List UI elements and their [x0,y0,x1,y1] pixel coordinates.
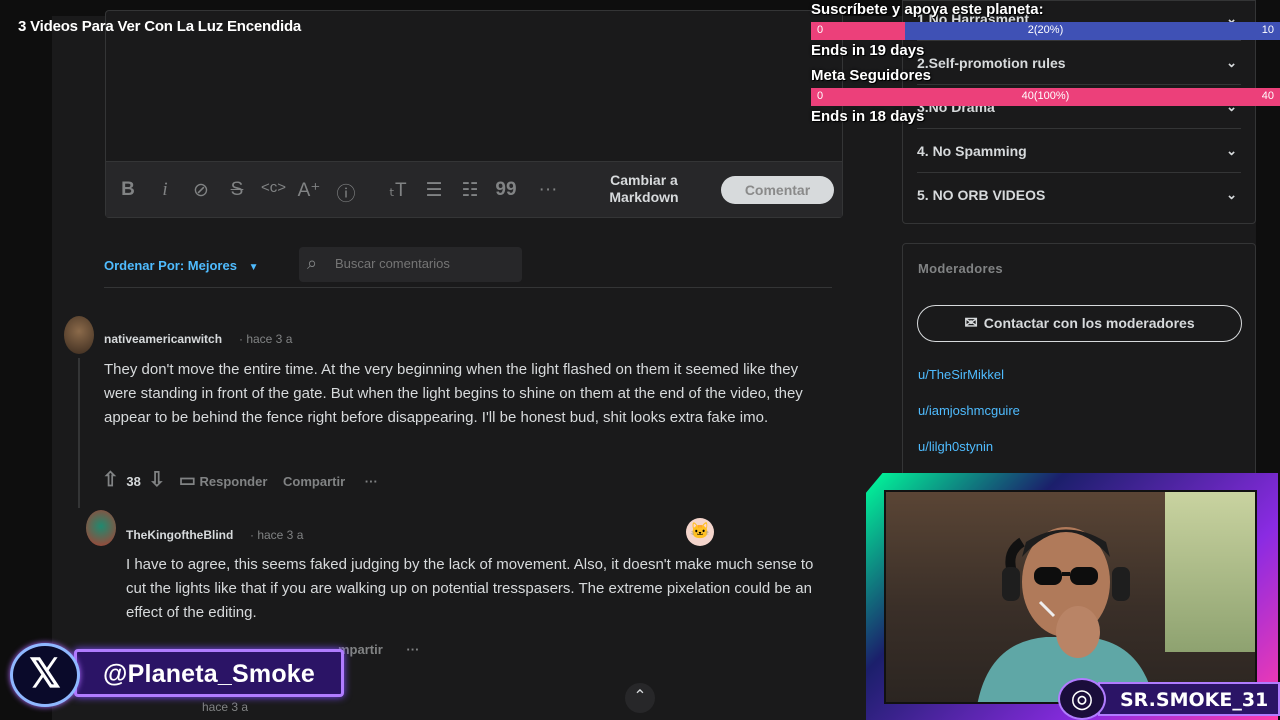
video-title: 3 Videos Para Ver Con La Luz Encendida [18,18,302,35]
moderators-title: Moderadores [918,261,1003,276]
goal-title: Meta Seguidores [811,67,932,84]
comment-username[interactable]: nativeamericanwitch [104,332,222,346]
thread-line[interactable] [78,358,80,508]
stream-page: B i ⊘ S <c> A⁺ ⓘ ₜT ☰ ☷ 99 ··· Cambiar a… [0,0,1280,720]
goal-current: 40(100%) [1021,90,1070,102]
vote-count: 38 [126,474,141,489]
goal-max: 40 [1261,90,1274,102]
moderator-link[interactable]: u/TheSirMikkel [918,367,1004,382]
rule-label: 5. NO ORB VIDEOS [917,187,1046,203]
goal-current: 2(20%) [1027,24,1064,36]
editor-toolbar: B i ⊘ S <c> A⁺ ⓘ ₜT ☰ ☷ 99 ··· Cambiar a… [106,161,842,217]
share-button[interactable]: Compartir [283,474,345,489]
contact-label: Contactar con los moderadores [983,315,1195,331]
chevron-up-icon: ⌃ [633,688,647,705]
goal-ends: Ends in 19 days [811,42,925,59]
twitter-badge: @Planeta_Smoke 𝕏 [4,641,344,707]
mail-icon: ✉ [964,315,978,332]
goal-progress-bar: 0 2(20%) 10 [811,22,1280,40]
chevron-down-icon: ⌄ [1226,187,1237,202]
avatar[interactable] [86,510,116,546]
search-input[interactable] [335,256,515,271]
twitter-handle: @Planeta_Smoke [103,660,315,688]
comment-editor[interactable]: B i ⊘ S <c> A⁺ ⓘ ₜT ☰ ☷ 99 ··· Cambiar a… [105,10,843,218]
more-options-icon[interactable]: ··· [406,642,419,657]
italic-icon[interactable]: i [153,179,177,201]
goal-progress-bar: 0 40(100%) 40 [811,88,1280,106]
webcam-feed [884,490,1257,704]
share-button[interactable]: mpartir [338,642,383,657]
twitter-pill: @Planeta_Smoke [74,649,344,697]
chat-icon: ▭ [178,470,196,490]
comment-time: · hace 3 a [239,332,293,346]
cat-emoji-icon: 🐱 [686,518,714,546]
instagram-badge: SR.SMOKE_31 ◎ [1054,676,1280,720]
upvote-icon[interactable]: ⇧ [102,469,119,491]
comment-search[interactable]: ⌕ [299,247,522,282]
rule-item[interactable]: 4. No Spamming ⌄ [917,129,1241,173]
follower-goal-widget: Meta Seguidores 0 40(100%) 40 Ends in 18… [811,66,1280,128]
comment-time: · hace 3 a [250,528,304,542]
subscriber-goal-widget: Suscríbete y apoya este planeta: 0 2(20%… [811,0,1280,62]
divider [104,287,832,288]
superscript-icon[interactable]: A⁺ [297,179,321,202]
moderator-link[interactable]: u/lilgh0stynin [918,439,993,454]
reply-label: Responder [199,474,268,489]
moderators-card: Moderadores ✉ Contactar con los moderador… [902,243,1256,503]
numbered-list-icon[interactable]: ☷ [458,179,482,202]
left-gutter [0,0,52,720]
goal-ends: Ends in 18 days [811,108,925,125]
reply-button[interactable]: ▭ Responder [179,470,271,490]
spoiler-icon[interactable]: ⓘ [334,179,358,206]
search-icon: ⌕ [307,253,318,273]
moderator-link[interactable]: u/iamjoshmcguire [918,403,1020,418]
comment-username[interactable]: TheKingoftheBlind [126,528,233,542]
rule-item[interactable]: 5. NO ORB VIDEOS ⌄ [917,173,1241,217]
downvote-icon[interactable]: ⇩ [148,469,165,491]
caret-down-icon: ▼ [248,262,259,273]
heading-icon[interactable]: ₜT [386,179,410,202]
strikethrough-icon[interactable]: S [225,179,249,201]
x-logo-icon: 𝕏 [10,643,80,707]
comment-actions: ⇧ 38 ⇩ ▭ Responder Compartir ··· [102,467,378,492]
scroll-to-top-button[interactable]: ⌃ [625,683,655,713]
webcam-window [1165,492,1255,652]
quote-icon[interactable]: 99 [494,179,518,201]
more-options-icon[interactable]: ··· [365,474,378,489]
contact-moderators-button[interactable]: ✉ Contactar con los moderadores [917,305,1242,342]
comment-body: They don't move the entire time. At the … [104,361,803,426]
instagram-pill: SR.SMOKE_31 [1098,682,1280,716]
inline-code-icon[interactable]: <c> [261,179,286,196]
comment-body: I have to agree, this seems faked judgin… [126,556,814,621]
avatar[interactable] [64,316,94,354]
bulleted-list-icon[interactable]: ☰ [422,179,446,202]
comment-button[interactable]: Comentar [721,176,834,204]
instagram-handle: SR.SMOKE_31 [1120,689,1269,711]
more-icon[interactable]: ··· [536,179,560,201]
rule-label: 4. No Spamming [917,143,1027,159]
link-icon[interactable]: ⊘ [189,179,213,202]
comment-actions: mpartir ··· [338,642,419,657]
goal-title: Suscríbete y apoya este planeta: [811,1,1044,18]
instagram-icon: ◎ [1058,678,1106,720]
bold-icon[interactable]: B [116,179,140,201]
markdown-toggle[interactable]: Cambiar a Markdown [606,172,682,206]
goal-max: 10 [1261,24,1274,36]
sort-label: Ordenar Por: Mejores [104,258,237,273]
chevron-down-icon: ⌄ [1226,143,1237,158]
sort-dropdown[interactable]: Ordenar Por: Mejores ▼ [104,258,258,273]
